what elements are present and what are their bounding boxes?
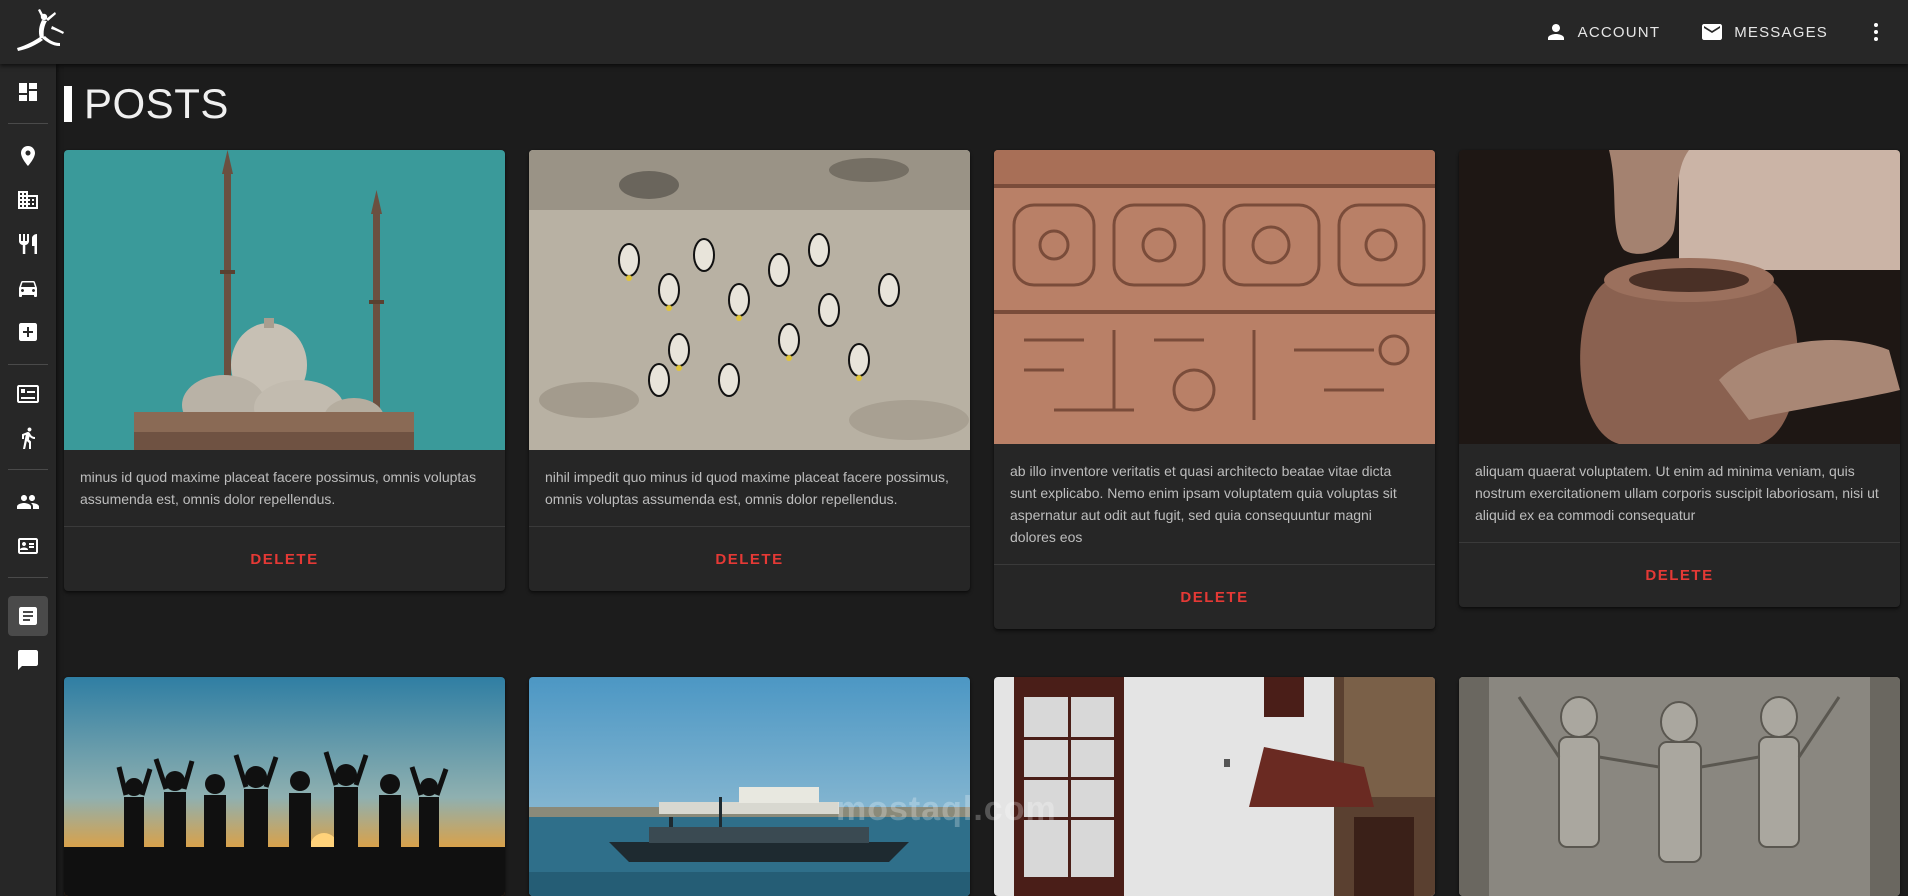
card-actions: DELETE: [1459, 542, 1900, 607]
post-card: [994, 677, 1435, 896]
sidebar-item-restaurants[interactable]: [8, 224, 48, 264]
card-actions: DELETE: [64, 526, 505, 591]
sidebar-item-hotels[interactable]: [8, 180, 48, 220]
more-vert-icon: [1874, 23, 1878, 41]
dancer-logo-icon[interactable]: [14, 8, 66, 56]
person-hiking-icon: [22, 427, 35, 449]
car-icon: [19, 281, 37, 297]
person-icon: [1547, 24, 1564, 40]
delete-button[interactable]: DELETE: [232, 543, 336, 576]
post-image-white-building: [994, 677, 1435, 896]
post-card: ab illo inventore veritatis et quasi arc…: [994, 150, 1435, 629]
location-pin-icon: [21, 146, 35, 166]
sidebar-nav: [0, 64, 56, 896]
top-app-bar: ACCOUNT MESSAGES: [0, 0, 1908, 64]
sidebar-item-places[interactable]: [8, 136, 48, 176]
post-card: [1459, 677, 1900, 896]
mail-icon: [1702, 24, 1723, 40]
messages-label: MESSAGES: [1734, 23, 1828, 41]
sidebar-item-articles[interactable]: [8, 374, 48, 414]
medical-cross-icon: [19, 323, 37, 341]
post-card: [64, 677, 505, 896]
post-image-mosque: [64, 150, 505, 450]
sidebar-divider: [8, 469, 48, 470]
sidebar-item-chat[interactable]: [8, 640, 48, 680]
sidebar-divider: [8, 123, 48, 124]
building-icon: [18, 191, 38, 209]
messages-button[interactable]: MESSAGES: [1684, 12, 1844, 52]
sidebar-divider: [8, 364, 48, 365]
post-text: minus id quod maxime placeat facere poss…: [80, 469, 477, 507]
sidebar-item-users[interactable]: [8, 482, 48, 522]
post-card: nihil impedit quo minus id quod maxime p…: [529, 150, 970, 591]
post-icon: [19, 607, 37, 625]
more-options-button[interactable]: [1852, 8, 1900, 56]
title-accent-bar: [64, 86, 72, 122]
sidebar-item-transport[interactable]: [8, 268, 48, 308]
post-image-temple-relief: [1459, 677, 1900, 896]
sidebar-divider: [8, 577, 48, 578]
delete-button[interactable]: DELETE: [1162, 581, 1266, 614]
post-card: [529, 677, 970, 896]
account-label: ACCOUNT: [1577, 23, 1661, 41]
group-icon: [17, 495, 39, 509]
dashboard-icon: [19, 83, 37, 101]
sidebar-item-guides[interactable]: [8, 526, 48, 566]
sidebar-item-dashboard[interactable]: [8, 72, 48, 112]
watermark-text: mostaql.com: [836, 790, 1057, 828]
article-icon: [17, 385, 39, 403]
post-text: ab illo inventore veritatis et quasi arc…: [1010, 463, 1397, 545]
sidebar-item-medical[interactable]: [8, 312, 48, 352]
post-text: nihil impedit quo minus id quod maxime p…: [545, 469, 949, 507]
card-actions: DELETE: [529, 526, 970, 591]
sidebar-item-posts[interactable]: [8, 596, 48, 636]
account-button[interactable]: ACCOUNT: [1528, 12, 1677, 52]
page-header: POSTS: [64, 80, 229, 127]
cutlery-icon: [19, 234, 37, 254]
id-card-icon: [18, 538, 38, 554]
page-title: POSTS: [84, 80, 229, 127]
chat-icon: [18, 650, 38, 670]
sidebar-item-activities[interactable]: [8, 418, 48, 458]
delete-button[interactable]: DELETE: [697, 543, 801, 576]
post-image-sunset-people: [64, 677, 505, 896]
post-image-hieroglyphs: [994, 150, 1435, 444]
post-card: minus id quod maxime placeat facere poss…: [64, 150, 505, 591]
card-actions: DELETE: [994, 564, 1435, 629]
post-card: aliquam quaerat voluptatem. Ut enim ad m…: [1459, 150, 1900, 607]
post-image-pottery: [1459, 150, 1900, 444]
post-image-harbor-boats: [529, 677, 970, 896]
post-image-fish: [529, 150, 970, 450]
post-text: aliquam quaerat voluptatem. Ut enim ad m…: [1475, 463, 1879, 523]
delete-button[interactable]: DELETE: [1627, 559, 1731, 592]
